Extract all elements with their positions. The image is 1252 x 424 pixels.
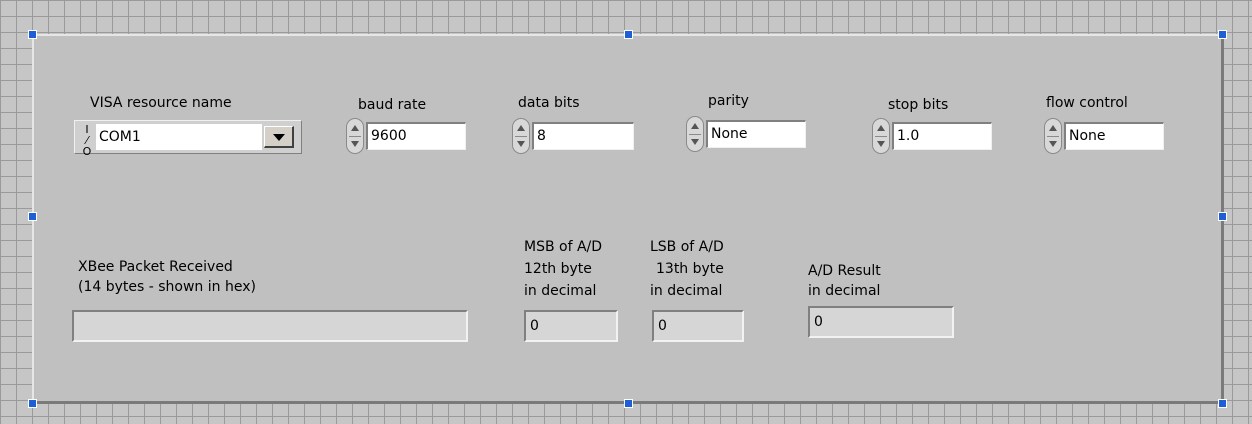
baud-rate-spinner[interactable] [346,118,364,154]
increment-arrow-icon [691,123,699,129]
data-bits-spinner[interactable] [512,118,530,154]
resize-handle-bottom-left[interactable] [28,399,37,408]
decrement-arrow-icon [691,139,699,145]
xbee-packet-indicator [72,310,468,342]
msb-indicator: 0 [524,310,618,342]
flow-control-spinner[interactable] [1044,118,1062,154]
result-value: 0 [814,308,952,336]
msb-value: 0 [530,312,616,340]
lsb-label-line2: 13th byte [656,261,724,277]
visa-io-icon: I ⁄ O [82,123,92,158]
xbee-packet-label: XBee Packet Received [78,259,233,275]
decrement-arrow-icon [351,141,359,147]
data-bits-label: data bits [518,95,580,111]
decrement-arrow-icon [1049,141,1057,147]
lsb-label-line1: LSB of A/D [650,239,724,255]
msb-label-line1: MSB of A/D [524,239,603,255]
front-panel [32,34,1224,404]
visa-resource-label: VISA resource name [90,95,232,111]
resize-handle-middle-left[interactable] [28,212,37,221]
increment-arrow-icon [517,125,525,131]
msb-label-line3: in decimal [524,283,597,299]
resize-handle-top-center[interactable] [624,30,633,39]
increment-arrow-icon [877,125,885,131]
resize-handle-bottom-right[interactable] [1218,399,1227,408]
result-label-line2: in decimal [808,283,881,299]
stop-bits-label: stop bits [888,97,949,113]
resize-handle-top-right[interactable] [1218,30,1227,39]
stop-bits-spinner[interactable] [872,118,890,154]
stop-bits-field[interactable]: 1.0 [892,122,992,150]
data-bits-field[interactable]: 8 [532,122,634,150]
chevron-down-icon [273,134,285,141]
visa-dropdown-button[interactable] [264,126,294,148]
lsb-indicator: 0 [652,310,744,342]
parity-label: parity [708,93,749,109]
baud-rate-field[interactable]: 9600 [366,122,466,150]
parity-field[interactable]: None [706,120,806,148]
visa-resource-field[interactable]: COM1 [96,124,262,150]
decrement-arrow-icon [517,141,525,147]
decrement-arrow-icon [877,141,885,147]
increment-arrow-icon [1049,125,1057,131]
xbee-packet-sublabel: (14 bytes - shown in hex) [78,279,256,295]
resize-handle-bottom-center[interactable] [624,399,633,408]
msb-label-line2: 12th byte [524,261,592,277]
resize-handle-middle-right[interactable] [1218,212,1227,221]
result-indicator: 0 [808,306,954,338]
flow-control-label: flow control [1046,95,1128,111]
flow-control-field[interactable]: None [1064,122,1164,150]
parity-spinner[interactable] [686,116,704,152]
lsb-label-line3: in decimal [650,283,723,299]
baud-rate-label: baud rate [358,97,427,113]
lsb-value: 0 [658,312,742,340]
resize-handle-top-left[interactable] [28,30,37,39]
increment-arrow-icon [351,125,359,131]
result-label-line1: A/D Result [808,263,881,279]
